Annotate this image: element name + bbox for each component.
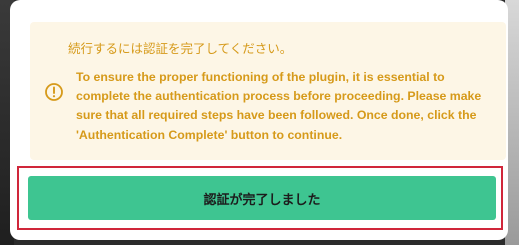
notice-title: 続行するには認証を完了してください。: [68, 42, 293, 56]
notice-message: To ensure the proper functioning of the …: [76, 70, 482, 142]
warning-circle-icon: [45, 83, 63, 101]
authentication-complete-button[interactable]: 認証が完了しました: [28, 176, 496, 220]
